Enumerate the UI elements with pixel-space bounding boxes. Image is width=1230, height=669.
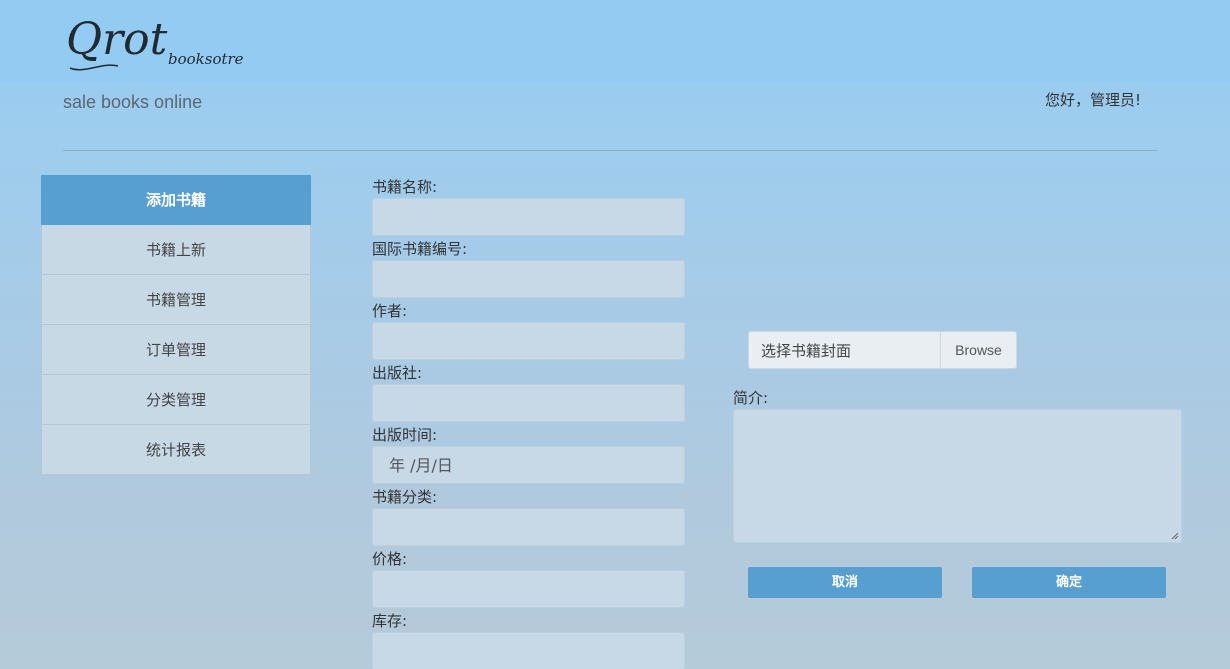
publisher-label: 出版社: — [372, 364, 423, 382]
logo-sub-text: booksotre — [168, 50, 244, 68]
category-label: 书籍分类: — [372, 488, 438, 506]
intro-textarea[interactable] — [733, 409, 1182, 543]
cover-file-picker[interactable]: 选择书籍封面 Browse — [748, 331, 1017, 369]
book-form: 书籍名称: 国际书籍编号: 作者: 出版社: 出版时间: 年 /月/日 书籍分类… — [372, 176, 686, 669]
sidebar-item-category-management[interactable]: 分类管理 — [41, 375, 311, 425]
sidebar-item-order-management[interactable]: 订单管理 — [41, 325, 311, 375]
isbn-label: 国际书籍编号: — [372, 240, 468, 258]
publish-date-input[interactable]: 年 /月/日 — [372, 446, 685, 484]
logo-main-text: Qrot — [66, 14, 168, 65]
logo: Qrot booksotre — [62, 12, 252, 74]
stock-input[interactable] — [372, 632, 685, 669]
isbn-input[interactable] — [372, 260, 685, 298]
confirm-button[interactable]: 确定 — [972, 567, 1166, 598]
category-input[interactable] — [372, 508, 685, 546]
sidebar-item-new-books[interactable]: 书籍上新 — [41, 225, 311, 275]
sidebar-item-statistics[interactable]: 统计报表 — [41, 425, 311, 475]
stock-label: 库存: — [372, 612, 408, 630]
cancel-button[interactable]: 取消 — [748, 567, 942, 598]
sidebar: 添加书籍 书籍上新 书籍管理 订单管理 分类管理 统计报表 — [41, 175, 311, 475]
book-name-label: 书籍名称: — [372, 178, 438, 196]
publish-date-label: 出版时间: — [372, 426, 438, 444]
author-label: 作者: — [372, 302, 408, 320]
browse-button[interactable]: Browse — [940, 332, 1016, 368]
cover-file-label: 选择书籍封面 — [761, 341, 852, 360]
tagline: sale books online — [63, 92, 203, 112]
header-divider — [63, 150, 1158, 151]
book-name-input[interactable] — [372, 198, 685, 236]
price-input[interactable] — [372, 570, 685, 608]
intro-label: 简介: — [733, 389, 769, 407]
resize-grip-icon[interactable] — [1171, 532, 1179, 540]
sidebar-item-book-management[interactable]: 书籍管理 — [41, 275, 311, 325]
publisher-input[interactable] — [372, 384, 685, 422]
greeting: 您好，管理员! — [1045, 91, 1142, 109]
price-label: 价格: — [372, 550, 408, 568]
sidebar-item-add-book[interactable]: 添加书籍 — [41, 175, 311, 225]
author-input[interactable] — [372, 322, 685, 360]
